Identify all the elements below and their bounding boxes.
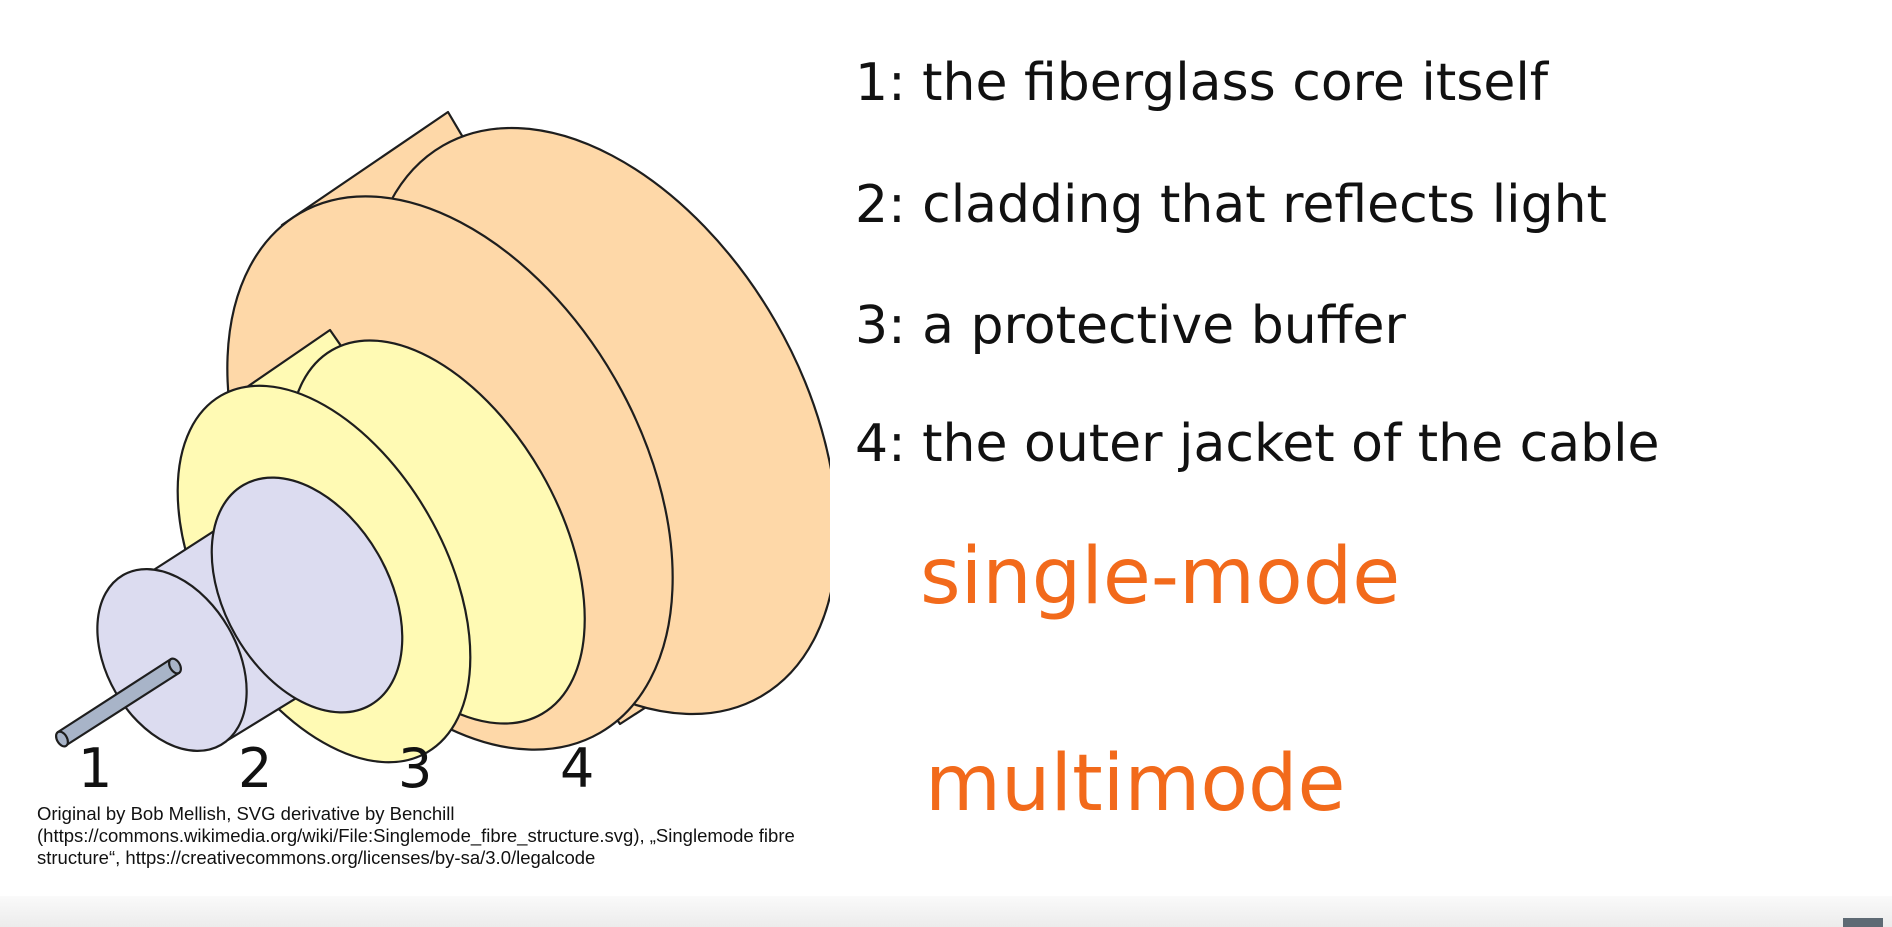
- image-credit: Original by Bob Mellish, SVG derivative …: [37, 803, 857, 869]
- legend-item-buffer: 3: a protective buffer: [855, 296, 1406, 356]
- credit-line-1: Original by Bob Mellish, SVG derivative …: [37, 803, 455, 824]
- credit-line-3: structure“, https://creativecommons.org/…: [37, 847, 596, 868]
- multimode-label: multimode: [925, 739, 1346, 829]
- corner-control[interactable]: [1843, 918, 1883, 927]
- single-mode-label: single-mode: [920, 532, 1401, 622]
- layer-label-2: 2: [238, 737, 273, 800]
- bottom-bar: [0, 896, 1892, 927]
- fiber-cable-diagram: [55, 110, 830, 764]
- layer-label-4: 4: [560, 737, 595, 800]
- layer-label-3: 3: [398, 737, 433, 800]
- legend-item-cladding: 2: cladding that reflects light: [855, 175, 1607, 235]
- legend-item-core: 1: the fiberglass core itself: [855, 53, 1549, 113]
- credit-line-2: (https://commons.wikimedia.org/wiki/File…: [37, 825, 795, 846]
- layer-label-1: 1: [78, 737, 113, 800]
- legend-item-jacket: 4: the outer jacket of the cable: [855, 414, 1660, 474]
